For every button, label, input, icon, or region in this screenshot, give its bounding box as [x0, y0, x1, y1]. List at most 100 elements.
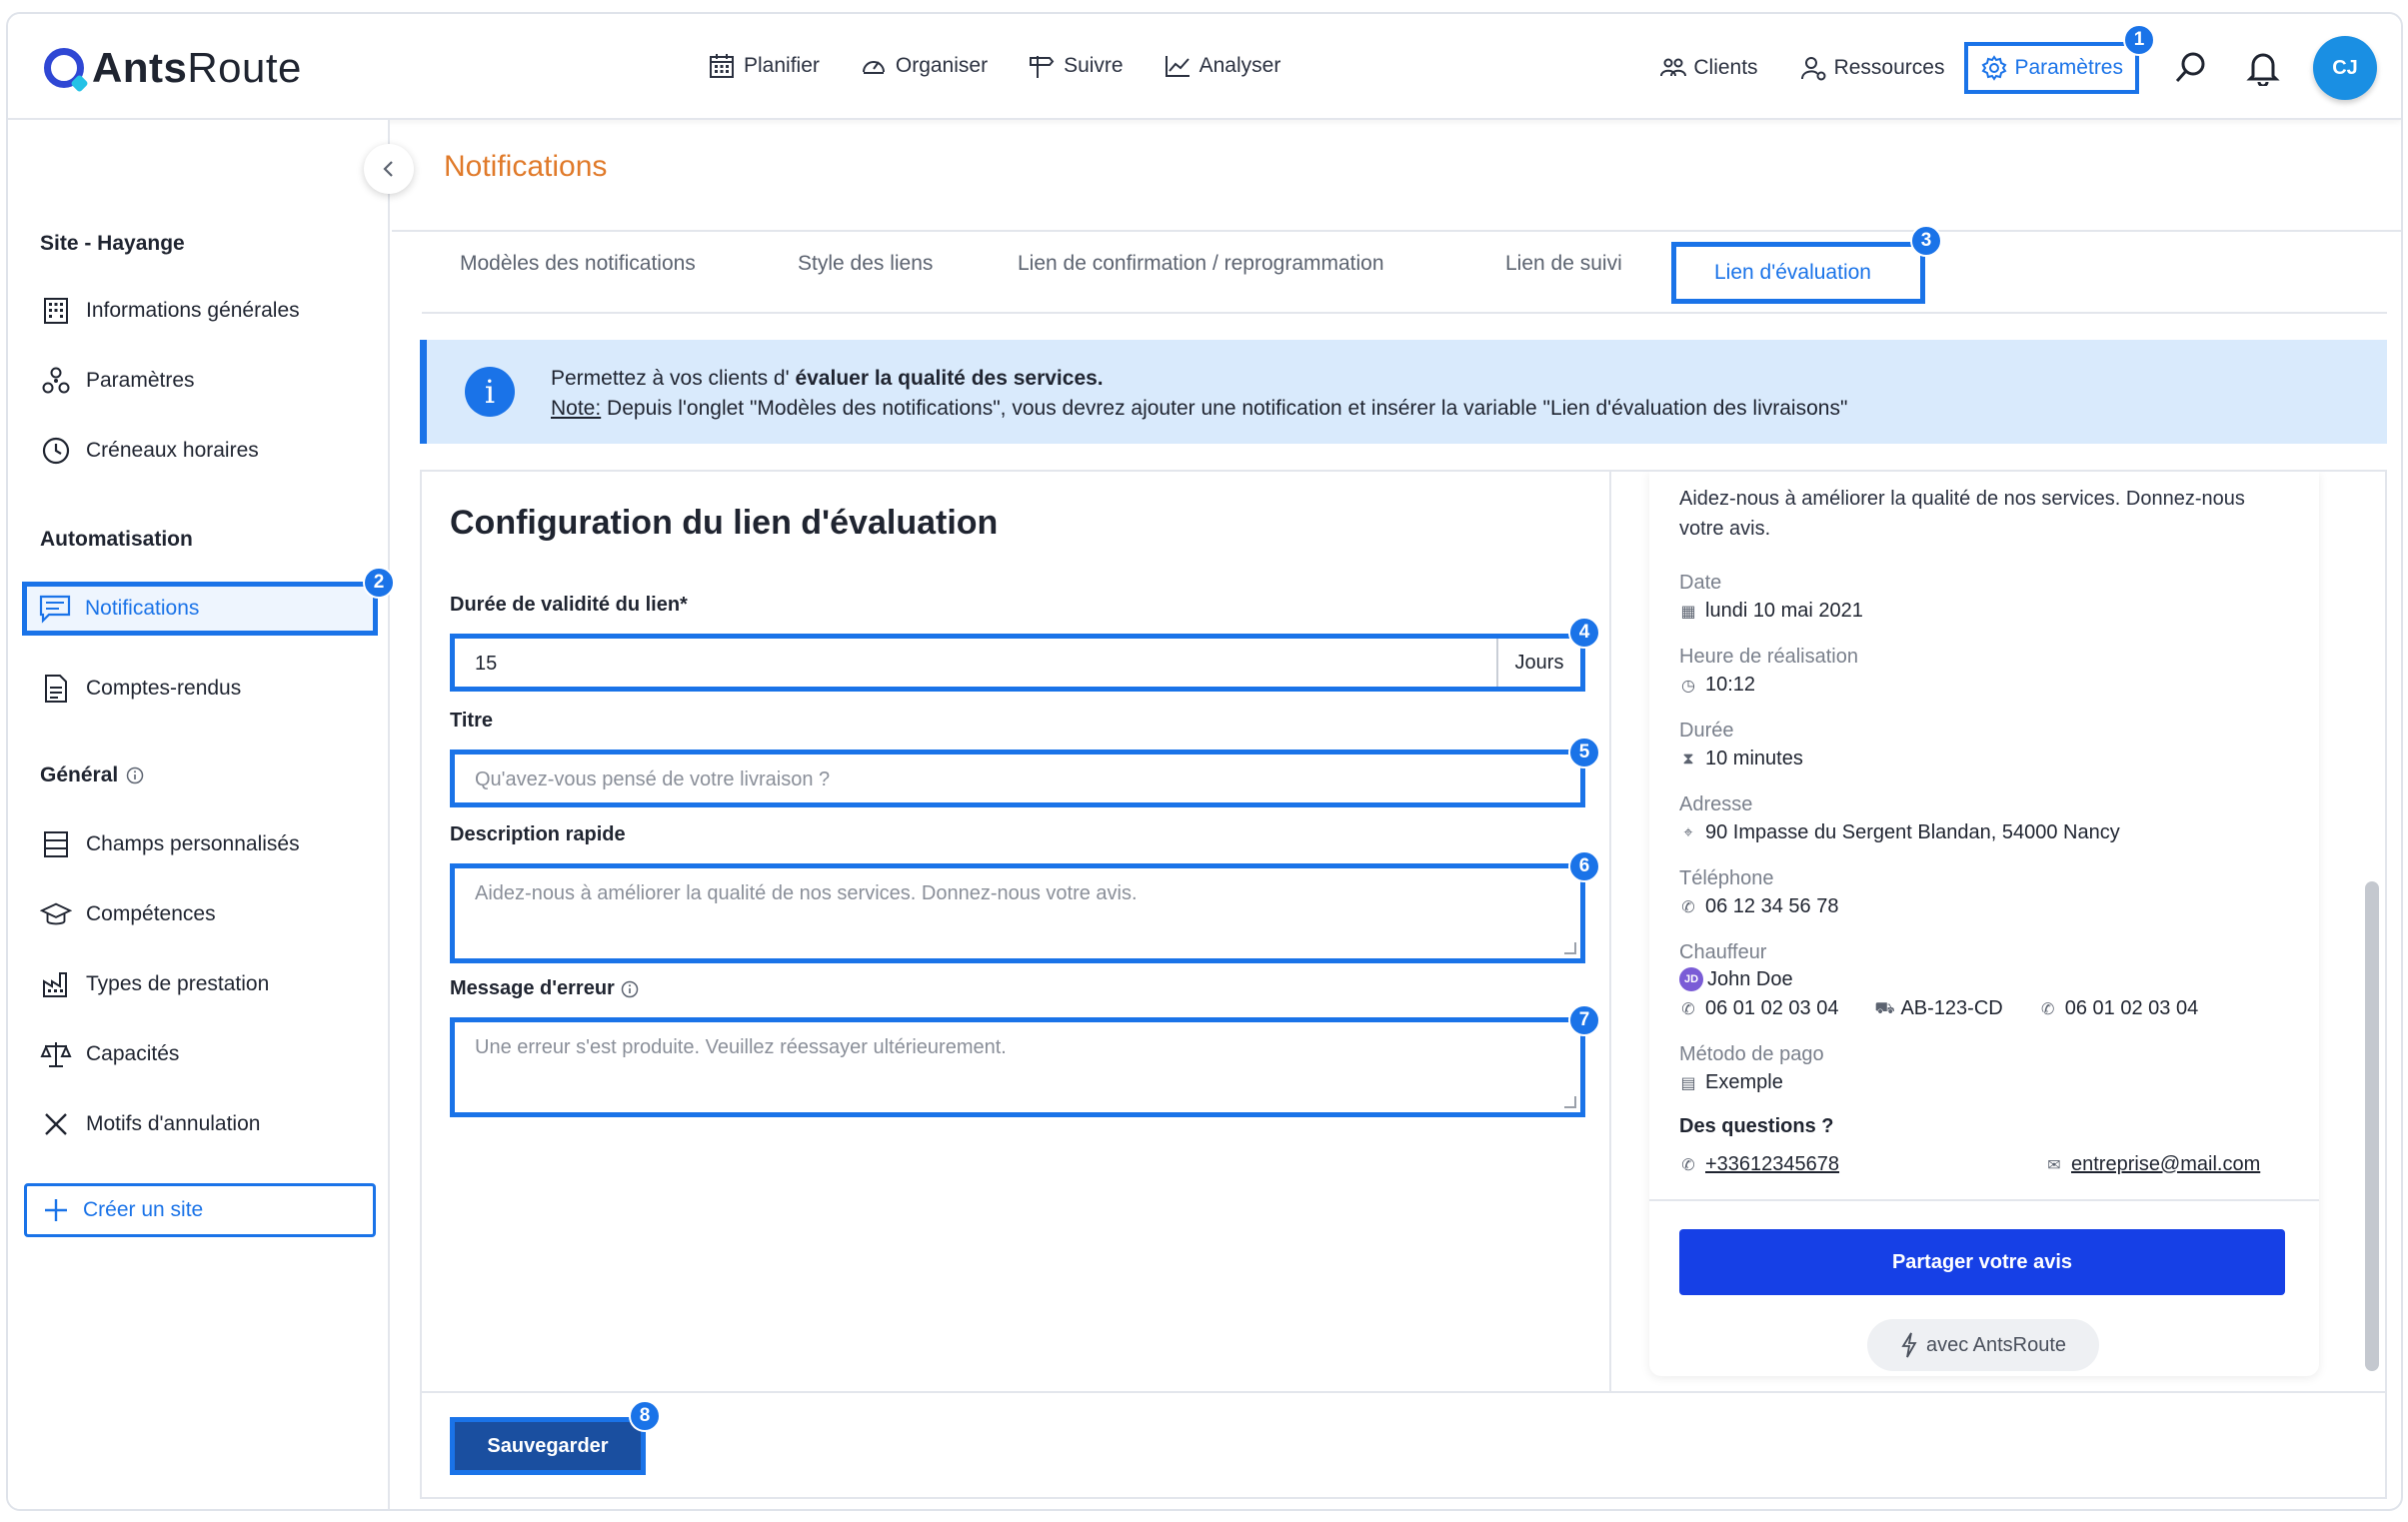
close-icon	[40, 1108, 72, 1140]
search-icon	[2175, 52, 2205, 83]
chevron-left-icon	[383, 161, 393, 177]
description-textarea[interactable]: Aidez-nous à améliorer la qualité de nos…	[450, 850, 1600, 963]
phone-icon: ✆	[1681, 898, 1695, 916]
sidebar-item-label: Créneaux horaires	[86, 439, 259, 462]
notifications-bell-button[interactable]	[2241, 46, 2285, 90]
create-site-label: Créer un site	[83, 1198, 204, 1221]
user-gear-icon	[1800, 57, 1826, 81]
sidebar-item-comptes-rendus[interactable]: Comptes-rendus	[32, 662, 376, 716]
sidebar-item-label: Types de prestation	[86, 972, 270, 995]
sidebar-item-informations[interactable]: Informations générales	[32, 284, 376, 338]
create-site-button[interactable]: Créer un site	[24, 1183, 376, 1237]
preview-questions: Des questions ?	[1679, 1115, 1834, 1137]
nav-planifier[interactable]: Planifier	[708, 52, 820, 80]
tab-evaluation[interactable]: Lien d'évaluation 3	[1671, 225, 1942, 304]
validity-input[interactable]: 15 Jours 4	[450, 617, 1600, 692]
sidebar-item-competences[interactable]: Compétences	[32, 887, 376, 941]
preview-driver: JD John Doe	[1679, 967, 1793, 991]
save-button[interactable]: Sauvegarder 8	[450, 1400, 661, 1475]
validity-label: Durée de validité du lien*	[450, 594, 688, 616]
search-button[interactable]	[2169, 46, 2213, 90]
info-circle-icon[interactable]	[621, 980, 639, 998]
info-circle-icon[interactable]	[126, 766, 144, 784]
evaluation-preview: Aidez-nous à améliorer la qualité de nos…	[1613, 472, 2387, 1391]
sidebar-section-site: Site - Hayange	[40, 232, 185, 255]
sidebar-section-general-label: Général	[40, 763, 119, 786]
plus-icon	[45, 1199, 67, 1221]
sidebar-item-champs[interactable]: Champs personnalisés	[32, 817, 376, 871]
tab-evaluation-label: Lien d'évaluation	[1714, 261, 1871, 284]
preview-payment: ▤ Exemple	[1679, 1071, 1783, 1094]
resize-handle-icon[interactable]	[1564, 1096, 1576, 1108]
nav-suivre[interactable]: Suivre	[1028, 52, 1124, 80]
preview-contact-phone-link[interactable]: +33612345678	[1705, 1153, 1839, 1176]
sidebar-item-parametres[interactable]: Paramètres	[32, 354, 376, 408]
preview-driver-name: John Doe	[1707, 967, 1793, 990]
sidebar-item-label: Informations générales	[86, 299, 300, 322]
preview-divider	[1649, 1199, 2319, 1201]
calendar-icon: ▦	[1680, 603, 1696, 621]
preview-payment-value: Exemple	[1705, 1071, 1783, 1093]
sidebar-item-notifications[interactable]: Notifications 2	[22, 567, 395, 636]
nav-suivre-label: Suivre	[1064, 54, 1124, 77]
building-icon	[40, 295, 72, 327]
sidebar-item-label: Motifs d'annulation	[86, 1112, 261, 1135]
sidebar-item-label: Capacités	[86, 1042, 180, 1065]
preview-address: ⌖ 90 Impasse du Sergent Blandan, 54000 Na…	[1679, 821, 2119, 844]
form-heading: Configuration du lien d'évaluation	[450, 504, 999, 542]
user-avatar[interactable]: CJ	[2313, 36, 2377, 100]
nav-parametres[interactable]: Paramètres 1	[1964, 24, 2155, 94]
resize-handle-icon[interactable]	[1564, 942, 1576, 954]
preview-duration-value: 10 minutes	[1705, 748, 1803, 769]
share-review-button[interactable]: Partager votre avis	[1679, 1229, 2285, 1295]
sidebar-item-creneaux[interactable]: Créneaux horaires	[32, 424, 376, 478]
preview-driver-phone: 06 01 02 03 04	[1705, 997, 1839, 1019]
document-icon	[40, 673, 72, 705]
preview-scrollbar[interactable]	[2365, 881, 2379, 1371]
sidebar-item-types-prestation[interactable]: Types de prestation	[32, 957, 376, 1011]
error-message-textarea[interactable]: Une erreur s'est produite. Veuillez rées…	[450, 1004, 1600, 1117]
antsroute-logo[interactable]: AntsRoute	[44, 40, 302, 96]
sidebar-item-label: Champs personnalisés	[86, 832, 300, 855]
tab-style-liens[interactable]: Style des liens	[798, 252, 933, 276]
preview-lead: Aidez-nous à améliorer la qualité de nos…	[1679, 488, 2245, 540]
title-input[interactable]: Qu'avez-vous pensé de votre livraison ? …	[450, 737, 1600, 807]
clock-icon	[40, 435, 72, 467]
form-footer: Sauvegarder 8	[422, 1391, 2385, 1499]
preview-driver-phone2: 06 01 02 03 04	[2064, 997, 2199, 1019]
nav-ressources[interactable]: Ressources	[1800, 54, 1944, 82]
chart-icon	[1165, 56, 1190, 77]
main-nav: Planifier Organiser Suivre Analyser	[708, 52, 1280, 80]
phone-icon: ✆	[1681, 1156, 1695, 1174]
preview-phone-value: 06 12 34 56 78	[1705, 895, 1839, 917]
app-window: AntsRoute Planifier Organiser Suivre Ana…	[6, 12, 2403, 1511]
sidebar-item-label: Compétences	[86, 902, 216, 925]
error-message-placeholder: Une erreur s'est produite. Veuillez rées…	[475, 1036, 1007, 1058]
nav-organiser[interactable]: Organiser	[860, 52, 988, 80]
lightning-icon	[1901, 1332, 1917, 1358]
preview-panel: Aidez-nous à améliorer la qualité de nos…	[1649, 472, 2319, 1376]
step-badge-3: 3	[1910, 225, 1942, 257]
nav-analyser[interactable]: Analyser	[1164, 52, 1280, 80]
fields-icon: ▤	[1680, 1074, 1696, 1092]
step-badge-7: 7	[1568, 1004, 1600, 1036]
calendar-icon	[710, 54, 734, 78]
preview-date: ▦ lundi 10 mai 2021	[1679, 600, 1862, 623]
preview-contact-phone[interactable]: ✆ +33612345678	[1679, 1153, 1839, 1176]
gauge-icon	[862, 61, 885, 74]
sidebar-collapse-button[interactable]	[364, 144, 414, 194]
description-placeholder: Aidez-nous à améliorer la qualité de nos…	[475, 882, 1138, 904]
sidebar-item-capacites[interactable]: Capacités	[32, 1027, 376, 1081]
location-pin-icon: ⌖	[1683, 823, 1693, 841]
nav-clients-label: Clients	[1693, 56, 1758, 79]
sidebar-item-motifs[interactable]: Motifs d'annulation	[32, 1097, 376, 1151]
tab-suivi[interactable]: Lien de suivi	[1505, 252, 1622, 276]
nav-clients[interactable]: Clients	[1659, 54, 1758, 82]
tab-bar: Modèles des notifications Style des lien…	[422, 225, 2387, 314]
right-nav: Clients Ressources Paramètres 1 CJ	[1659, 24, 2377, 100]
tab-confirmation[interactable]: Lien de confirmation / reprogrammation	[1018, 252, 1384, 276]
tab-modeles[interactable]: Modèles des notifications	[460, 252, 696, 276]
users-icon	[1660, 58, 1687, 77]
preview-contact-email[interactable]: ✉ entreprise@mail.com	[2045, 1153, 2260, 1176]
preview-contact-email-link[interactable]: entreprise@mail.com	[2071, 1153, 2260, 1176]
